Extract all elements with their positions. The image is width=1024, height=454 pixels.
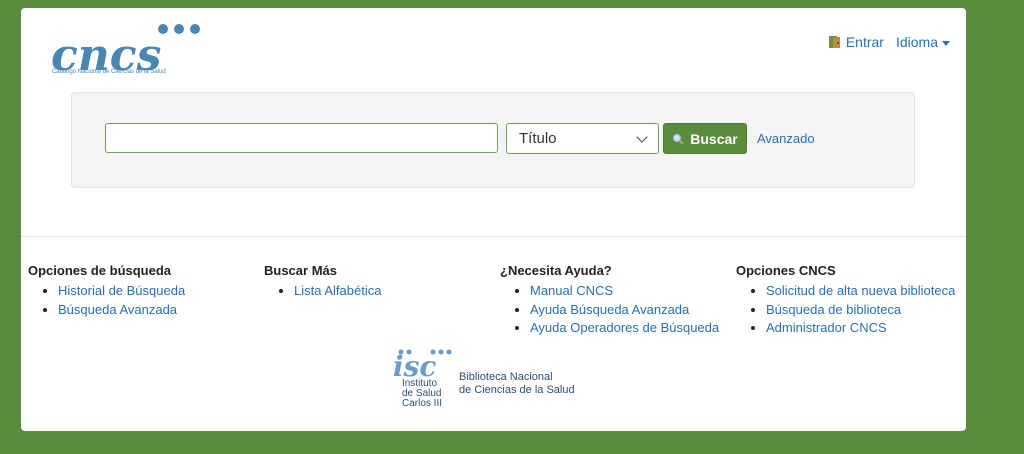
chevron-down-icon [636,130,648,143]
footer-column-title: Opciones de búsqueda [28,263,172,278]
footer-column-title: Opciones CNCS [736,263,836,278]
footer-link-operators-help[interactable]: Ayuda Operadores de Búsqueda [530,319,719,338]
advanced-search-link[interactable]: Avanzado [757,131,815,146]
logo-subtitle: Catálogo Nacional de Ciencias de la Salu… [52,69,166,75]
login-door-icon [828,35,842,49]
top-nav: Entrar Idioma [828,34,950,50]
caret-down-icon [942,40,950,46]
footer-column-help: ¿Necesita Ayuda? Manual CNCS Ayuda Búsqu… [500,263,719,338]
search-button[interactable]: Buscar [663,123,747,154]
search-button-label: Buscar [690,130,738,147]
main-panel: cncs Catálogo Nacional de Ciencias de la… [21,8,966,431]
footer-column-title: ¿Necesita Ayuda? [500,263,612,278]
login-link[interactable]: Entrar [828,34,884,50]
footer-link-admin[interactable]: Administrador CNCS [766,319,955,338]
cncs-logo-graphic: cncs [51,24,200,81]
footer-column-search-options: Opciones de búsqueda Historial de Búsque… [28,263,185,319]
language-dropdown[interactable]: Idioma [896,34,950,50]
search-field-select[interactable]: Título [506,123,659,154]
institute-name: Instituto de Salud Carlos III [402,378,443,409]
library-name: Biblioteca Nacional de Ciencias de la Sa… [459,371,575,396]
footer-link-alphabetical-list[interactable]: Lista Alfabética [294,282,381,301]
cncs-logo[interactable]: cncs [51,16,211,88]
footer-link-new-library-request[interactable]: Solicitud de alta nueva biblioteca [766,282,955,301]
footer-column-cncs-options: Opciones CNCS Solicitud de alta nueva bi… [736,263,955,338]
login-label: Entrar [845,34,884,50]
footer-link-advanced-help[interactable]: Ayuda Búsqueda Avanzada [530,301,719,320]
search-area: Título Buscar Avanzado [71,92,915,188]
footer-link-manual[interactable]: Manual CNCS [530,282,719,301]
footer-divider [21,236,966,237]
footer-column-title: Buscar Más [264,263,337,278]
footer-link-library-search[interactable]: Búsqueda de biblioteca [766,301,955,320]
search-field-selected: Título [519,130,557,147]
search-input[interactable] [105,123,498,153]
footer-column-search-more: Buscar Más Lista Alfabética [264,263,381,301]
search-icon [673,133,684,145]
footer-link-search-history[interactable]: Historial de Búsqueda [58,282,185,301]
footer-link-advanced-search[interactable]: Búsqueda Avanzada [58,301,185,320]
language-label: Idioma [895,34,938,50]
